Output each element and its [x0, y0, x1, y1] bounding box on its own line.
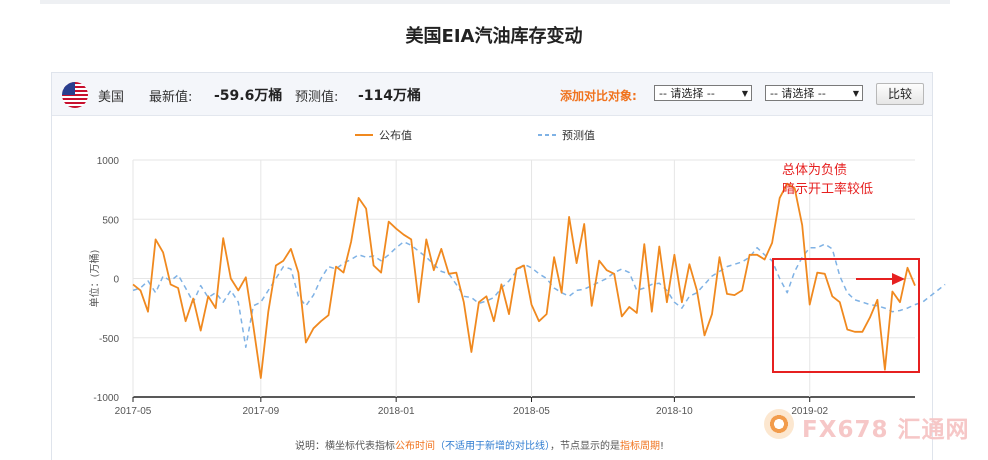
- chart-svg: 1000 500 0 -500 -1000 2017-05 2017-09 2018-01 20…: [88, 129, 946, 417]
- x-tick-label: 2018-05: [513, 406, 550, 417]
- annotation-line-2: 暗示开工率较低: [782, 181, 873, 197]
- y-tick-label: -1000: [93, 393, 119, 404]
- watermark-text: FX678 汇通网: [802, 417, 970, 443]
- x-tick-label: 2018-10: [656, 406, 693, 417]
- footnote: 说明：横坐标代表指标公布时间（不适用于新增的对比线），节点显示的是指标周期!: [295, 441, 665, 452]
- x-tick-label: 2017-05: [115, 406, 152, 417]
- x-tick-label: 2018-01: [378, 406, 415, 417]
- legend-label-forecast: 预测值: [562, 129, 595, 142]
- y-axis-label: 单位：(万桶): [88, 250, 101, 308]
- annotation-line-1: 总体为负债: [782, 163, 847, 178]
- legend-label-actual: 公布值: [379, 129, 412, 142]
- actual-series-line: [132, 182, 916, 379]
- y-tick-label: 0: [113, 275, 119, 286]
- arrow-head-icon: [892, 273, 905, 285]
- y-tick-label: -500: [99, 334, 119, 345]
- y-tick-label: 1000: [97, 156, 120, 167]
- y-tick-label: 500: [102, 215, 119, 226]
- x-tick-label: 2017-09: [242, 406, 279, 417]
- watermark: FX678 汇通网: [764, 406, 984, 446]
- fx678-logo-icon: [764, 409, 794, 439]
